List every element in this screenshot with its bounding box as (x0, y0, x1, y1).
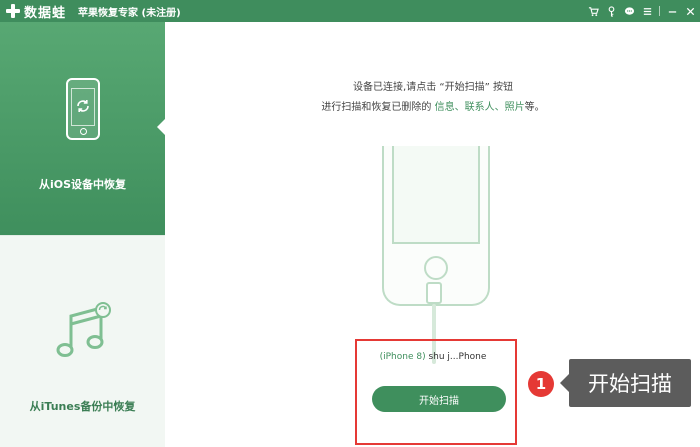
app-window: 数据蛙 苹果恢复专家 (未注册) 从iOS设备中恢复 从iTunes备份中恢复 … (0, 0, 700, 447)
instruction-prefix: 进行扫描和恢复已删除的 (321, 102, 435, 113)
app-title: 苹果恢复专家 (未注册) (78, 7, 181, 19)
music-icon (56, 302, 111, 357)
device-model: (iPhone 8) (379, 352, 426, 362)
title-bar-divider (659, 6, 660, 16)
sidebar-item-itunes-recovery[interactable]: 从iTunes备份中恢复 (0, 235, 165, 447)
recoverable-types: 信息、联系人、照片 (434, 102, 525, 113)
sidebar-item-label: 从iOS设备中恢复 (38, 178, 127, 191)
app-logo: 数据蛙 (0, 0, 66, 22)
callout-label: 开始扫描 (560, 359, 691, 407)
instruction-line-2: 进行扫描和恢复已删除的 信息、联系人、照片等。 (166, 98, 700, 113)
phone-screen (392, 146, 480, 244)
key-icon[interactable] (605, 5, 617, 17)
step-number-badge: 1 (528, 371, 554, 397)
phone-sync-icon (65, 78, 100, 140)
lightning-connector-icon (426, 282, 442, 304)
sidebar-item-label: 从iTunes备份中恢复 (29, 400, 136, 413)
title-bar-controls (587, 0, 696, 22)
instruction-suffix: 等。 (524, 102, 545, 113)
active-indicator-arrow (157, 118, 166, 136)
device-label: shu j...Phone (425, 352, 487, 362)
chat-icon[interactable] (623, 5, 635, 17)
instruction-line-1: 设备已连接,请点击 “开始扫描” 按钮 (353, 82, 513, 93)
minimize-icon[interactable] (666, 5, 678, 17)
plus-logo-icon (6, 4, 20, 18)
cart-icon[interactable] (587, 5, 599, 17)
home-button-icon (424, 256, 448, 280)
close-icon[interactable] (684, 5, 696, 17)
menu-icon[interactable] (641, 5, 653, 17)
sidebar-item-ios-recovery[interactable]: 从iOS设备中恢复 (0, 22, 166, 235)
sidebar: 从iOS设备中恢复 从iTunes备份中恢复 (0, 22, 166, 447)
start-scan-button[interactable]: 开始扫描 (372, 386, 506, 412)
title-bar: 数据蛙 苹果恢复专家 (未注册) (0, 0, 700, 22)
logo-text: 数据蛙 (24, 5, 67, 21)
